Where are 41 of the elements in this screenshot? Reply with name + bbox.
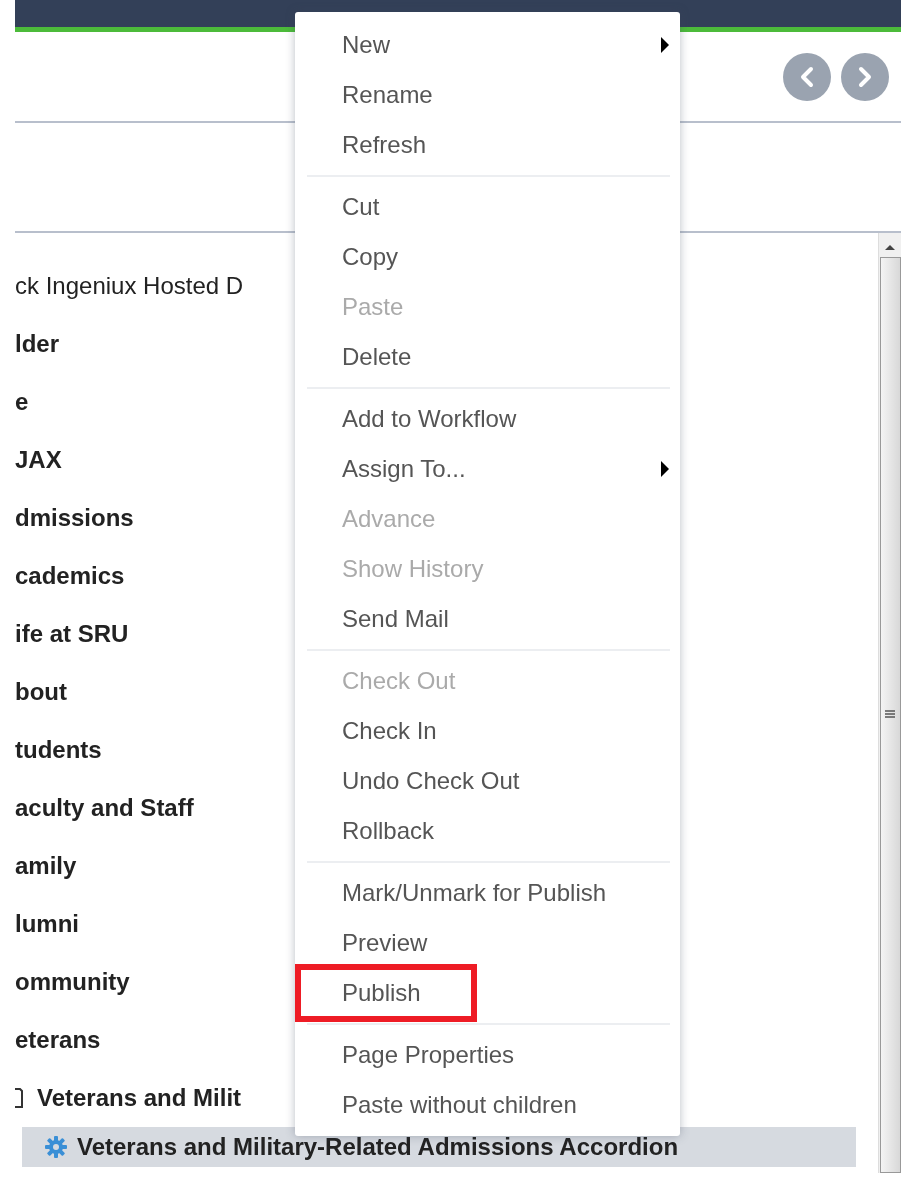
tree-item-label[interactable]: bout bbox=[15, 674, 67, 710]
previous-button[interactable] bbox=[783, 52, 831, 101]
tree-item-label[interactable]: ife at SRU bbox=[15, 616, 129, 652]
tree-item-label[interactable]: ommunity bbox=[15, 964, 130, 1000]
tree-item-label[interactable]: lumni bbox=[15, 906, 79, 942]
menu-item[interactable]: Rollback bbox=[342, 809, 435, 853]
menu-item[interactable]: Page Properties bbox=[342, 1033, 515, 1077]
tree-item-label[interactable]: Veterans and Milit bbox=[37, 1080, 242, 1116]
menu-item[interactable]: Undo Check Out bbox=[342, 759, 520, 803]
menu-item[interactable]: Check In bbox=[342, 709, 437, 753]
menu-item[interactable]: Add to Workflow bbox=[342, 397, 517, 441]
next-button[interactable] bbox=[841, 52, 889, 101]
scrollbar[interactable] bbox=[878, 233, 901, 1173]
menu-item[interactable]: Preview bbox=[342, 921, 428, 965]
chevron-left-icon bbox=[798, 65, 816, 88]
tree-item-label[interactable]: e bbox=[15, 384, 29, 420]
menu-item[interactable]: Delete bbox=[342, 335, 412, 379]
menu-item[interactable]: Paste without children bbox=[342, 1083, 577, 1127]
tree-item-label[interactable]: eterans bbox=[15, 1022, 101, 1058]
menu-item[interactable]: Publish bbox=[342, 975, 421, 1010]
menu-item[interactable]: Rename bbox=[342, 73, 433, 117]
menu-item[interactable]: Copy bbox=[342, 235, 399, 279]
menu-item[interactable]: Send Mail bbox=[342, 597, 449, 641]
chevron-right-icon bbox=[856, 65, 874, 88]
tree-item-label[interactable]: lder bbox=[15, 326, 59, 362]
menu-item[interactable]: Refresh bbox=[342, 123, 427, 167]
tree-item-label[interactable]: ck Ingeniux Hosted D bbox=[15, 268, 244, 304]
gear-icon bbox=[45, 1136, 67, 1158]
menu-item[interactable]: Mark/Unmark for Publish bbox=[342, 871, 607, 915]
scroll-up-icon[interactable] bbox=[884, 243, 896, 251]
tree-item-label[interactable]: dmissions bbox=[15, 500, 134, 536]
tree-item-label: Veterans and Military-Related Admissions Accordion bbox=[77, 1132, 679, 1162]
tree-item-label[interactable]: JAX bbox=[15, 442, 62, 478]
tree-item-label[interactable]: tudents bbox=[15, 732, 102, 768]
tree-item-label[interactable]: cademics bbox=[15, 558, 125, 594]
tree-item-label[interactable]: amily bbox=[15, 848, 77, 884]
tree-item-label[interactable]: aculty and Staff bbox=[15, 790, 194, 826]
menu-item[interactable]: New bbox=[342, 23, 390, 67]
menu-item[interactable]: Cut bbox=[342, 185, 380, 229]
menu-item[interactable]: Assign To... bbox=[342, 447, 466, 491]
grip-icon bbox=[884, 709, 896, 721]
